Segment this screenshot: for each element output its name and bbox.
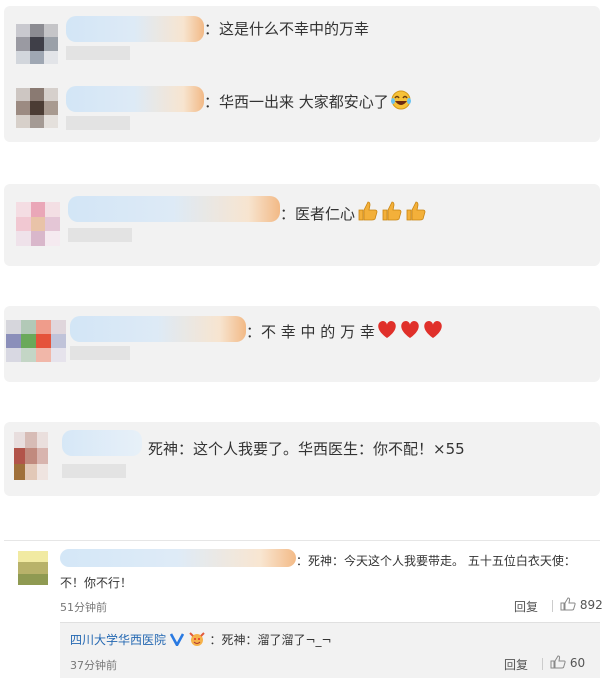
blurred-username[interactable]	[60, 549, 296, 567]
divider	[552, 600, 553, 612]
blurred-username[interactable]	[66, 16, 204, 42]
avatar[interactable]	[14, 432, 48, 480]
like-count: 892	[579, 598, 603, 612]
thumbs-up-icon	[356, 200, 428, 227]
avatar[interactable]	[16, 24, 58, 64]
comment-card-4: 死神：这个人我要了。华西医生：你不配！×55	[4, 422, 600, 496]
badge-icon	[188, 632, 206, 650]
blurred-meta	[66, 46, 130, 60]
blurred-username[interactable]	[66, 86, 204, 112]
comment-text-line2: 不！你不行！	[60, 576, 133, 590]
comment-text: 死神：这个人我要了。华西医生：你不配！×55	[148, 440, 465, 458]
thumbs-up-outline-icon	[550, 655, 566, 672]
comment-text: ：死神：今天这个人我要带走。 五十五位白衣天使：	[296, 554, 576, 568]
reply-thread: 四川大学华西医院 ：死神：溜了溜了¬_¬ 37分钟前 回复 60	[60, 622, 600, 678]
avatar[interactable]	[16, 88, 58, 128]
timestamp: 51分钟前	[60, 601, 107, 614]
reply-author-link[interactable]: 四川大学华西医院	[70, 633, 166, 647]
blurred-meta	[70, 346, 130, 360]
comment-text: ：医者仁心	[280, 200, 428, 227]
comment-card-3: ：不 幸 中 的 万 幸	[4, 306, 600, 382]
reply-button[interactable]: 回复	[514, 598, 538, 615]
blurred-meta	[68, 228, 132, 242]
blurred-meta	[66, 116, 130, 130]
blurred-username[interactable]	[62, 430, 142, 456]
comment-card-1: ：这是什么不幸中的万幸 ：华西一出来 大家都安心了	[4, 6, 600, 142]
blurred-username[interactable]	[68, 196, 280, 222]
reply-like-count: 60	[569, 656, 586, 670]
comment-text: ：华西一出来 大家都安心了	[204, 90, 412, 115]
comment-card-2: ：医者仁心	[4, 184, 600, 266]
reply-content: 四川大学华西医院 ：死神：溜了溜了¬_¬	[70, 631, 332, 650]
divider	[542, 658, 543, 670]
avatar[interactable]	[18, 551, 48, 585]
reply-text: ：死神：溜了溜了¬_¬	[209, 633, 332, 647]
like-button[interactable]: 892	[560, 597, 603, 614]
comment-text: ：这是什么不幸中的万幸	[204, 20, 370, 38]
blurred-username[interactable]	[70, 316, 246, 342]
heart-icon	[376, 320, 446, 345]
blurred-meta	[62, 464, 126, 478]
reply-reply-button[interactable]: 回复	[504, 656, 528, 673]
comment-text: ：不 幸 中 的 万 幸	[246, 320, 446, 345]
avatar[interactable]	[16, 202, 60, 246]
thumbs-up-outline-icon	[560, 597, 576, 614]
verified-icon	[169, 633, 184, 649]
avatar[interactable]	[6, 320, 66, 362]
reply-timestamp: 37分钟前	[70, 659, 117, 672]
laughing-tears-icon	[390, 90, 412, 115]
reply-like-button[interactable]: 60	[550, 655, 585, 672]
